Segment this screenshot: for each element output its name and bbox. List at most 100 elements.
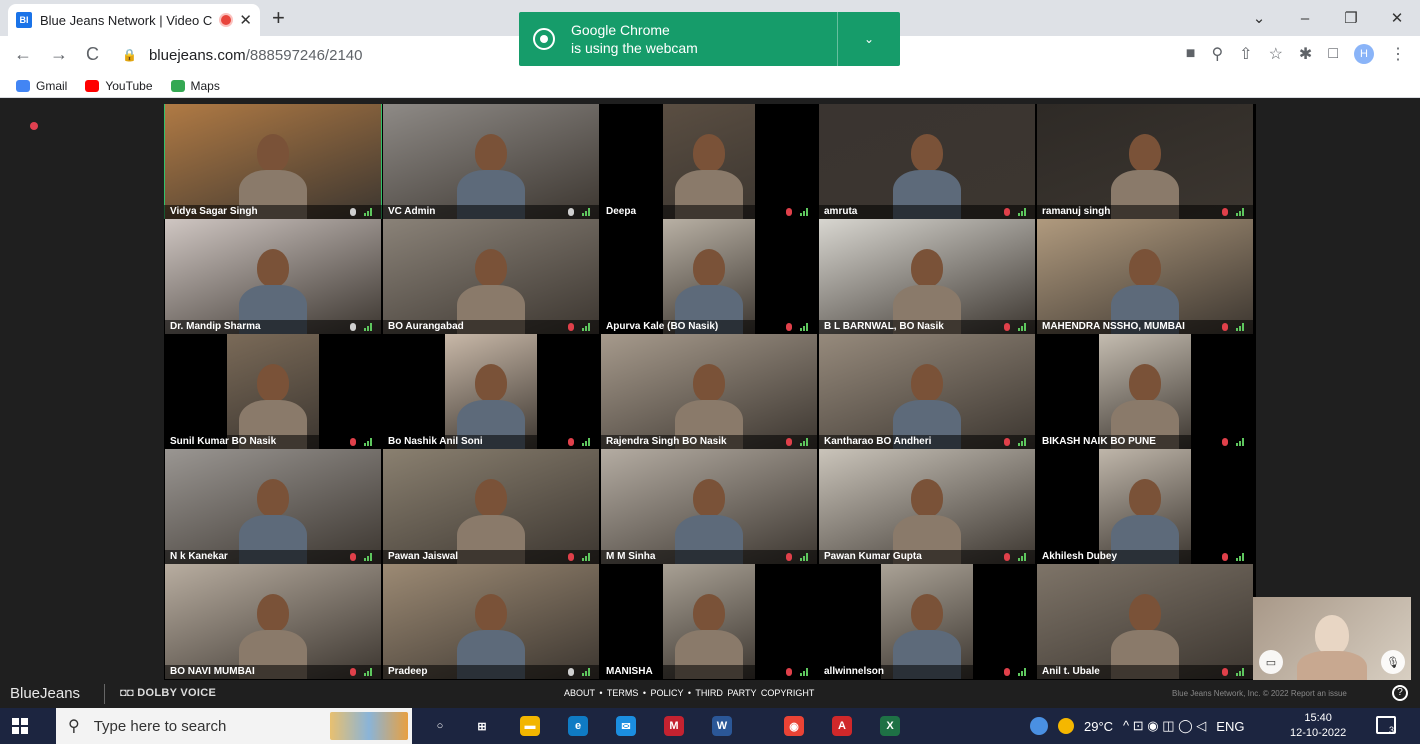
mail-icon[interactable]: ✉ xyxy=(616,716,636,736)
bookmark-gmail[interactable]: Gmail xyxy=(16,79,67,93)
mic-muted-icon xyxy=(568,438,574,446)
mic-muted-icon xyxy=(350,553,356,561)
clock[interactable]: 15:40 12-10-2022 xyxy=(1290,711,1346,741)
menu-icon[interactable]: ⋮ xyxy=(1390,44,1406,64)
bluejeans-favicon-icon: BI xyxy=(16,12,32,28)
reload-button[interactable]: C xyxy=(86,44,99,65)
footer-links[interactable]: ABOUT • TERMS • POLICY • THIRD PARTY COP… xyxy=(564,688,814,698)
signal-strength-icon xyxy=(364,668,374,676)
participant-tile[interactable]: Akhilesh Dubey xyxy=(1036,449,1254,564)
word-icon[interactable]: W xyxy=(712,716,732,736)
participant-video xyxy=(383,219,599,334)
participant-tile[interactable]: BO NAVI MUMBAI xyxy=(164,564,382,679)
video-grid: Vidya Sagar Singh VC Admin Deepa amruta rama… xyxy=(164,104,1256,680)
participant-tile[interactable]: Kantharao BO Andheri xyxy=(818,334,1036,449)
edge-icon[interactable]: e xyxy=(568,716,588,736)
participant-video xyxy=(663,564,755,679)
bookmark-star-icon[interactable]: ☆ xyxy=(1269,44,1283,64)
participant-tile[interactable]: N k Kanekar xyxy=(164,449,382,564)
lock-icon[interactable]: 🔒 xyxy=(122,48,137,62)
mcafee-icon[interactable]: M xyxy=(664,716,684,736)
participant-video xyxy=(227,334,319,449)
windows-start-icon[interactable] xyxy=(12,718,28,734)
notification-center-icon[interactable]: 3 xyxy=(1376,716,1396,735)
bookmark-youtube[interactable]: YouTube xyxy=(85,79,153,93)
tab-search-button[interactable]: ⌄ xyxy=(1236,0,1282,36)
file-explorer-icon[interactable]: ▬ xyxy=(520,716,540,736)
bookmark-maps[interactable]: Maps xyxy=(170,79,220,93)
help-icon[interactable]: ? xyxy=(1392,685,1408,701)
participant-tile[interactable]: Pawan Jaiswal xyxy=(382,449,600,564)
tray-icons[interactable]: ^ ⊡ ◉ ◫ ◯ ◁ xyxy=(1123,718,1206,734)
participant-tile[interactable]: ramanuj singh xyxy=(1036,104,1254,219)
mic-icon xyxy=(568,668,574,676)
language-indicator[interactable]: ENG xyxy=(1216,719,1244,734)
mic-toggle-button[interactable]: 🎙 xyxy=(1381,650,1405,674)
participant-tile[interactable]: Pradeep xyxy=(382,564,600,679)
url-domain: bluejeans.com xyxy=(148,46,246,64)
participant-tile[interactable]: allwinnelson xyxy=(818,564,1036,679)
restore-button[interactable]: ❐ xyxy=(1328,0,1374,36)
search-placeholder: Type here to search xyxy=(93,717,227,735)
acrobat-icon[interactable]: A xyxy=(832,716,852,736)
close-tab-icon[interactable]: ✕ xyxy=(239,11,252,29)
notification-message: is using the webcam xyxy=(571,40,698,56)
weather-icon[interactable] xyxy=(1058,718,1074,734)
participant-video xyxy=(881,564,973,679)
mic-muted-icon xyxy=(1004,553,1010,561)
profile-avatar[interactable]: H xyxy=(1354,44,1374,64)
signal-strength-icon xyxy=(582,323,592,331)
help-tray-icon[interactable] xyxy=(1030,717,1048,735)
participant-tile[interactable]: amruta xyxy=(818,104,1036,219)
participant-tile[interactable]: Vidya Sagar Singh xyxy=(164,104,382,219)
participant-tile[interactable]: MANISHA xyxy=(600,564,818,679)
cortana-icon[interactable]: ⊞ xyxy=(472,716,492,736)
new-tab-button[interactable]: + xyxy=(272,5,285,31)
participant-tile[interactable]: B L BARNWAL, BO Nasik xyxy=(818,219,1036,334)
self-view-video[interactable]: ▭ 🎙 xyxy=(1253,597,1411,680)
participant-tile[interactable]: BO Aurangabad xyxy=(382,219,600,334)
participant-tile[interactable]: Bo Nashik Anil Soni xyxy=(382,334,600,449)
participant-tile[interactable]: Deepa xyxy=(600,104,818,219)
side-panel-icon[interactable]: □ xyxy=(1328,45,1338,63)
participant-tile[interactable]: M M Sinha xyxy=(600,449,818,564)
task-view-icon[interactable]: ○ xyxy=(430,716,450,736)
minimize-button[interactable]: – xyxy=(1282,0,1328,36)
camera-in-use-icon[interactable]: ■ xyxy=(1186,45,1196,63)
mic-muted-icon xyxy=(568,553,574,561)
signal-strength-icon xyxy=(800,323,810,331)
signal-strength-icon xyxy=(582,668,592,676)
signal-strength-icon xyxy=(582,553,592,561)
chevron-down-icon[interactable]: ⌄ xyxy=(838,32,900,46)
participant-tile[interactable]: Rajendra Singh BO Nasik xyxy=(600,334,818,449)
temperature[interactable]: 29°C xyxy=(1084,719,1113,734)
participant-tile[interactable]: MAHENDRA NSSHO, MUMBAI xyxy=(1036,219,1254,334)
participant-tile[interactable]: Pawan Kumar Gupta xyxy=(818,449,1036,564)
extensions-icon[interactable]: ✱ xyxy=(1299,44,1312,64)
excel-icon[interactable]: X xyxy=(880,716,900,736)
back-button[interactable]: ← xyxy=(14,44,32,65)
participant-video xyxy=(383,449,599,564)
browser-tab[interactable]: BI Blue Jeans Network | Video C ✕ xyxy=(8,4,260,36)
share-icon[interactable]: ⇧ xyxy=(1239,44,1252,64)
chrome-icon[interactable]: ◉ xyxy=(784,716,804,736)
participant-tile[interactable]: Dr. Mandip Sharma xyxy=(164,219,382,334)
webcam-notification[interactable]: Google Chrome is using the webcam ⌄ xyxy=(519,12,900,66)
close-window-button[interactable]: ✕ xyxy=(1374,0,1420,36)
participant-tile[interactable]: BIKASH NAIK BO PUNE xyxy=(1036,334,1254,449)
participant-tile[interactable]: Anil t. Ubale xyxy=(1036,564,1254,679)
participant-tile[interactable]: Sunil Kumar BO Nasik xyxy=(164,334,382,449)
mic-muted-icon xyxy=(1222,323,1228,331)
mic-muted-icon xyxy=(786,323,792,331)
signal-strength-icon xyxy=(1018,208,1028,216)
windows-taskbar: ⚲ Type here to search ○ ⊞ ▬ e ✉ M W ◉ A X 29°C ^ … xyxy=(0,708,1420,744)
bookmarks-bar: Gmail YouTube Maps xyxy=(0,74,1420,98)
participant-video xyxy=(601,334,817,449)
zoom-icon[interactable]: ⚲ xyxy=(1211,44,1223,64)
video-toggle-button[interactable]: ▭ xyxy=(1259,650,1283,674)
participant-tile[interactable]: VC Admin xyxy=(382,104,600,219)
forward-button[interactable]: → xyxy=(50,44,68,65)
participant-video xyxy=(165,104,381,219)
participant-tile[interactable]: Apurva Kale (BO Nasik) xyxy=(600,219,818,334)
taskbar-news-thumbnail[interactable] xyxy=(330,712,408,740)
